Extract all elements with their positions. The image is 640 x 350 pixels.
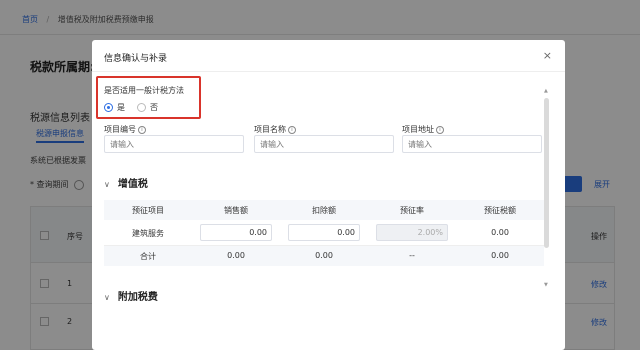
info-icon: i (138, 125, 146, 134)
dialog-header: 信息确认与补录 × (92, 40, 565, 72)
vat-table-header: 预征项目 销售额 扣除额 预征率 预征税额 (104, 200, 544, 220)
dialog-scrollbar[interactable] (544, 98, 549, 248)
tax-method-question: 是否适用一般计税方法 (104, 86, 184, 95)
surcharge-section-title: 附加税费 (117, 292, 158, 303)
surcharge-section-header[interactable]: ∨ 附加税费 (104, 288, 158, 303)
info-confirm-dialog: 信息确认与补录 × 是否适用一般计税方法 是 否 项目编号i 项目名称i 项目地… (92, 40, 565, 350)
project-code-label-text: 项目编号 (104, 125, 136, 134)
sales-input[interactable]: 0.00 (200, 224, 272, 241)
project-address-label: 项目地址 i (402, 124, 444, 135)
tax-method-radio-group: 是 否 (104, 102, 170, 113)
radio-yes-label[interactable]: 是 (117, 102, 125, 113)
project-name-label: 项目名称 i (254, 124, 296, 135)
radio-yes[interactable] (104, 103, 113, 112)
deduction-input[interactable]: 0.00 (288, 224, 360, 241)
col-tax: 预征税额 (484, 206, 516, 215)
col-deduction: 扣除额 (312, 206, 336, 215)
project-address-input[interactable] (402, 135, 542, 153)
table-row: 建筑服务 0.00 0.00 2.00% 0.00 (104, 220, 544, 246)
row-item: 建筑服务 (132, 229, 164, 238)
col-item: 预征项目 (132, 206, 164, 215)
scroll-down-icon[interactable]: ▼ (544, 282, 548, 288)
project-code-label: 项目编号 i (104, 124, 146, 135)
info-icon: i (436, 125, 444, 134)
scroll-up-icon[interactable]: ▲ (544, 88, 548, 94)
row-tax: 0.00 (491, 228, 509, 237)
table-total-row: 合计 0.00 0.00 -- 0.00 (104, 246, 544, 266)
radio-no-label[interactable]: 否 (150, 102, 158, 113)
close-icon[interactable]: × (543, 49, 552, 62)
dialog-title: 信息确认与补录 (104, 54, 168, 64)
project-name-label-text: 项目名称 (254, 125, 286, 134)
project-code-input[interactable] (104, 135, 244, 153)
total-rate: -- (409, 251, 415, 260)
chevron-down-icon: ∨ (104, 293, 110, 302)
project-name-input[interactable] (254, 135, 394, 153)
vat-section-header[interactable]: ∨ 增值税 (104, 175, 148, 190)
col-sales: 销售额 (224, 206, 248, 215)
project-address-label-text: 项目地址 (402, 125, 434, 134)
radio-no[interactable] (137, 103, 146, 112)
total-label: 合计 (140, 252, 156, 261)
total-sales: 0.00 (227, 251, 245, 260)
info-icon: i (288, 125, 296, 134)
chevron-down-icon: ∨ (104, 180, 110, 189)
col-rate: 预征率 (400, 206, 424, 215)
total-tax: 0.00 (491, 251, 509, 260)
total-deduction: 0.00 (315, 251, 333, 260)
vat-section-title: 增值税 (117, 179, 148, 190)
rate-input: 2.00% (376, 224, 448, 241)
